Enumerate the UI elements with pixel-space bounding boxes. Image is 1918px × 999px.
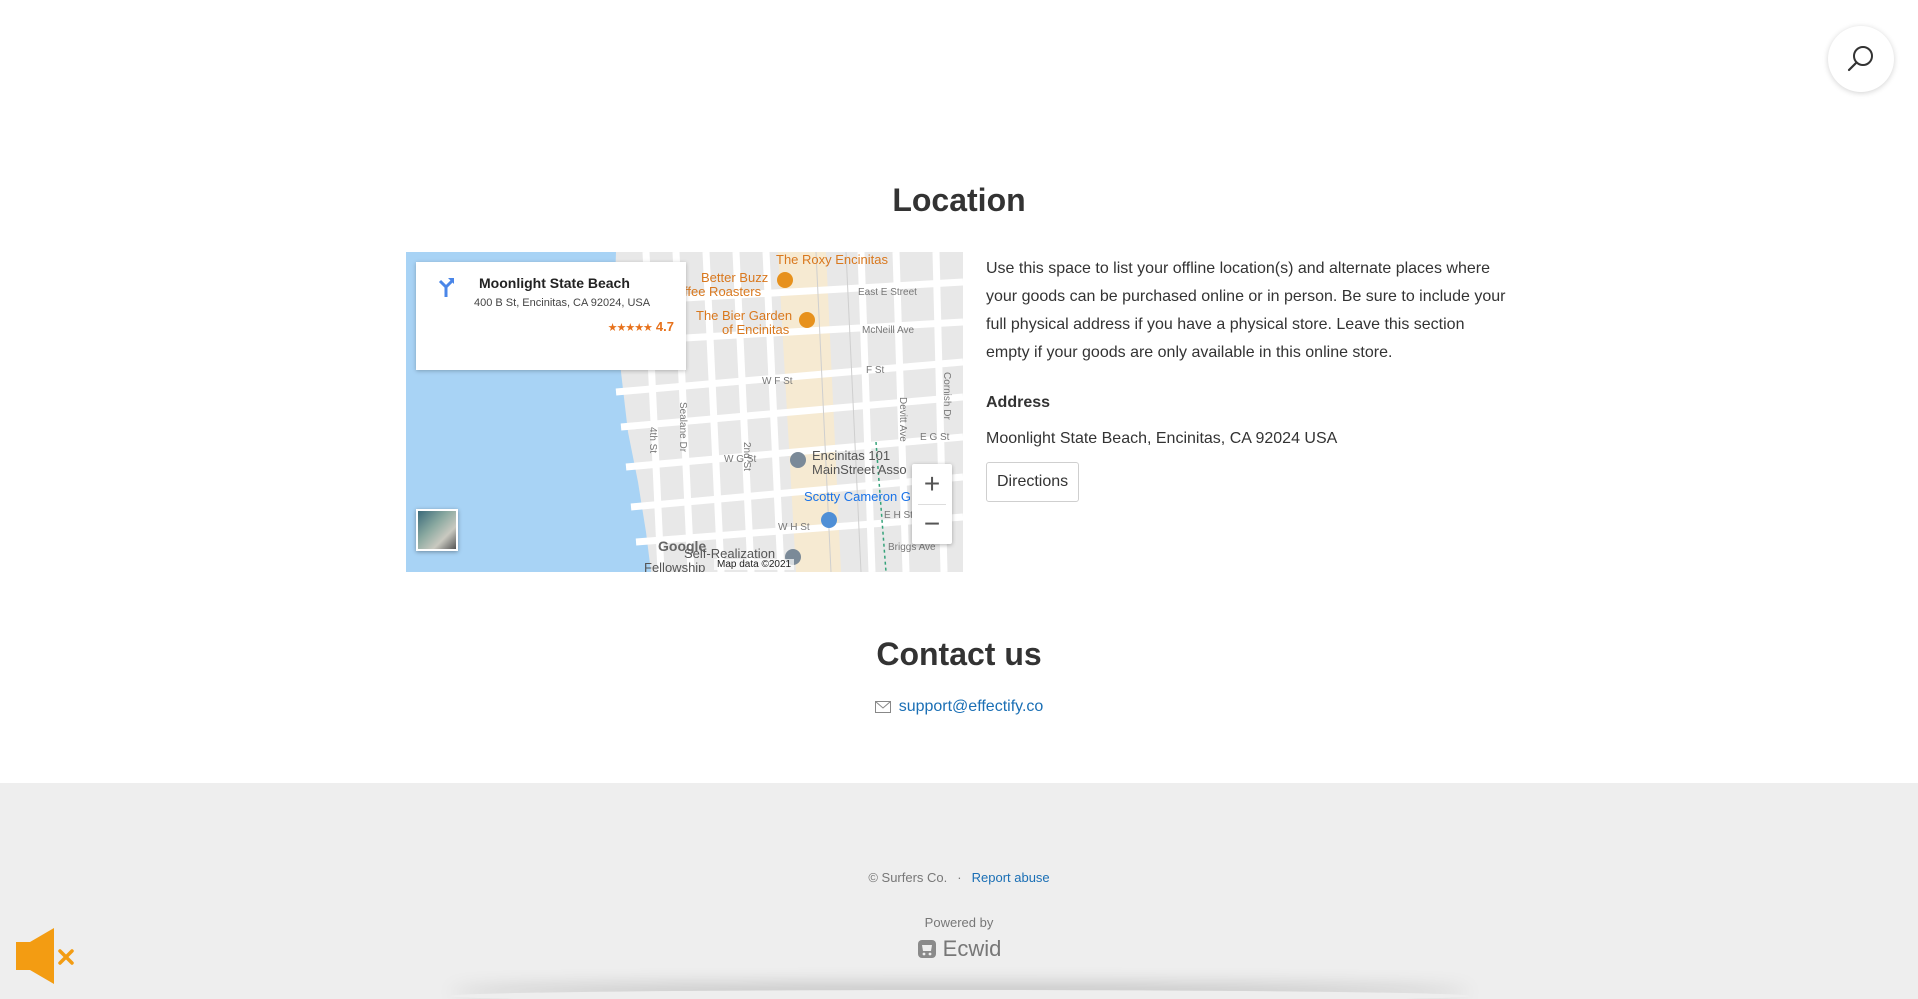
map-street-label: F St — [866, 365, 885, 376]
map-info-card: Moonlight State Beach 400 B St, Encinita… — [416, 262, 686, 370]
contact-title: Contact us — [876, 636, 1042, 672]
footer-copyright: © Surfers Co. — [868, 870, 948, 885]
footer-separator: · — [957, 870, 962, 885]
rating-stars-icon: ★★★★★ — [607, 322, 653, 334]
report-abuse-link[interactable]: Report abuse — [972, 870, 1050, 885]
location-description: Use this space to list your offline loca… — [986, 260, 1506, 361]
footer — [0, 783, 1918, 999]
map-street-label: 4th St — [647, 427, 658, 454]
rating-value: 4.7 — [655, 319, 674, 334]
google-logo: Google — [658, 538, 707, 554]
mute-toggle-button[interactable] — [14, 924, 78, 988]
zoom-in-button[interactable]: + — [912, 464, 952, 504]
map-zoom-controls: + − — [912, 464, 952, 544]
map-place-name[interactable]: Moonlight State Beach — [479, 275, 630, 291]
zoom-out-button[interactable]: − — [912, 504, 952, 544]
map-street-label: McNeill Ave — [862, 325, 915, 336]
map-poi-label: MainStreet Asso — [812, 462, 907, 477]
ecwid-brand-label: Ecwid — [942, 936, 1002, 961]
location-title: Location — [892, 182, 1026, 218]
map-street-label: W H St — [778, 522, 810, 533]
map-street-label: 2nd St — [741, 442, 752, 471]
zoom-divider — [918, 504, 946, 505]
map-poi-label: The Bier Garden — [696, 308, 793, 323]
footer-links: © Surfers Co. · Report abuse — [0, 870, 1918, 885]
map-street-label: Sealane Dr — [677, 402, 688, 453]
map-poi-label: Fellowship — [644, 560, 706, 572]
bottom-bar-shadow — [450, 990, 1470, 999]
map-place-address: 400 B St, Encinitas, CA 92024, USA — [474, 297, 651, 309]
contact-email-link[interactable]: support@effectify.co — [899, 698, 1044, 716]
directions-icon[interactable] — [436, 276, 456, 298]
search-button[interactable] — [1828, 26, 1894, 92]
location-map[interactable]: The Roxy Encinitas Better Buzz ffee Roas… — [406, 252, 963, 572]
map-street-label: Cornish Dr — [941, 372, 952, 420]
powered-by-label: Powered by — [924, 915, 994, 930]
map-street-label: W F St — [762, 376, 793, 387]
ecwid-brand-link[interactable]: Ecwid — [0, 936, 1918, 962]
address-heading: Address — [986, 394, 1051, 411]
map-street-label: East E Street — [858, 287, 917, 298]
address-text: Moonlight State Beach, Encinitas, CA 920… — [986, 430, 1338, 447]
map-poi-label: Better Buzz — [701, 270, 769, 285]
ecwid-cart-icon — [917, 940, 936, 958]
search-icon — [1847, 46, 1873, 72]
map-data-attribution[interactable]: Map data ©2021 — [714, 559, 795, 570]
map-street-label: E G St — [920, 432, 950, 443]
map-poi-label: of Encinitas — [722, 322, 790, 337]
mail-icon — [874, 701, 891, 713]
map-satellite-toggle[interactable] — [416, 509, 458, 551]
map-place-rating[interactable]: ★★★★★ 4.7 — [608, 319, 674, 334]
map-poi-label: Encinitas 101 — [812, 448, 891, 463]
map-poi-label: The Roxy Encinitas — [776, 252, 888, 267]
map-poi-label: Scotty Cameron G — [804, 489, 911, 504]
map-poi-label: ffee Roasters — [684, 284, 762, 299]
contact-email-row: support@effectify.co — [0, 698, 1918, 716]
map-street-label: Devitt Ave — [897, 397, 908, 442]
map-street-label: E H St — [884, 510, 913, 521]
directions-button[interactable]: Directions — [986, 462, 1080, 502]
speaker-muted-icon — [16, 928, 74, 984]
